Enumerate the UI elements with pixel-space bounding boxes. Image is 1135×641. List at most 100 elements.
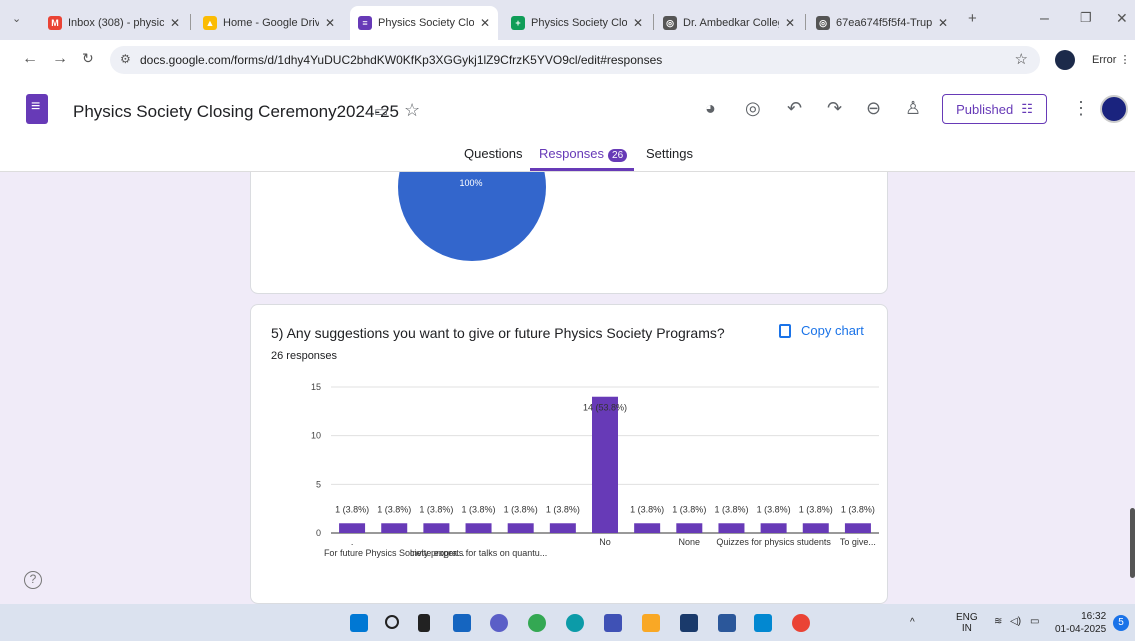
tab-separator [190, 14, 191, 30]
tab-close-icon[interactable]: ✕ [325, 16, 335, 30]
tab-title: Home - Google Drive [223, 17, 319, 29]
search-icon[interactable] [385, 615, 399, 629]
tab-title: 67ea674f5f5f4-Trupti [836, 17, 932, 29]
bar-data-label: 1 (3.8%) [504, 504, 538, 514]
y-tick-label: 15 [311, 382, 321, 392]
bar-data-label: 14 (53.8%) [583, 403, 627, 413]
bar-data-label: 1 (3.8%) [419, 504, 453, 514]
avatar[interactable] [1100, 95, 1128, 123]
link-icon[interactable]: ⊖ [866, 98, 881, 119]
back-icon[interactable]: ← [22, 50, 38, 68]
chrome-icon[interactable] [792, 614, 810, 632]
close-window-icon[interactable]: ✕ [1116, 10, 1128, 27]
windows-taskbar: ^ ENG IN ≋ ◁) ▭ 16:32 01-04-2025 5 [0, 604, 1135, 641]
bar-data-label: 1 (3.8%) [630, 504, 664, 514]
volume-icon[interactable]: ◁) [1010, 616, 1021, 627]
tab-close-icon[interactable]: ✕ [785, 16, 795, 30]
windows-start-icon[interactable] [350, 614, 368, 632]
tab-favicon-icon: + [511, 16, 525, 30]
chevron-up-icon[interactable]: ^ [910, 617, 915, 628]
preview-eye-icon[interactable]: ◎ [745, 98, 761, 119]
task-view-icon[interactable] [418, 614, 430, 632]
more-options-icon[interactable]: ⋮ [1072, 98, 1090, 119]
x-tick-label: Quizzes for physics students [716, 537, 831, 547]
battery-icon[interactable]: ▭ [1030, 616, 1039, 627]
widgets-icon[interactable] [453, 614, 471, 632]
responses-count-badge: 26 [608, 149, 628, 162]
tab-favicon-icon: M [48, 16, 62, 30]
copy-chart-button[interactable]: Copy chart [779, 323, 864, 338]
add-collaborator-icon[interactable]: ♙ [905, 98, 921, 119]
store-icon[interactable] [680, 614, 698, 632]
bar [592, 396, 618, 533]
wifi-icon[interactable]: ≋ [994, 616, 1002, 627]
pie-chart-card: 100% [250, 172, 888, 294]
app-icon[interactable] [604, 614, 622, 632]
tab-questions[interactable]: Questions [464, 146, 523, 161]
form-title[interactable]: Physics Society Closing Ceremony2024-25 [73, 102, 399, 122]
site-info-icon[interactable]: ⚙ [120, 52, 131, 66]
notification-badge[interactable]: 5 [1113, 615, 1129, 631]
omnibox[interactable]: ⚙ docs.google.com/forms/d/1dhy4YuDUC2bhd… [110, 46, 1040, 74]
error-button[interactable]: Error ⋮ [1092, 53, 1131, 66]
chrome-profile-icon[interactable] [528, 614, 546, 632]
form-header: Physics Society Closing Ceremony2024-25 … [0, 80, 1135, 172]
palette-icon[interactable]: ◕ [705, 98, 716, 119]
question-title: 5) Any suggestions you want to give or f… [271, 325, 725, 341]
browser-tab[interactable]: + Physics Society Closin ✕ [503, 6, 651, 40]
reload-icon[interactable]: ↻ [82, 50, 94, 67]
help-icon[interactable]: ? [24, 571, 42, 589]
y-tick-label: 0 [316, 528, 321, 538]
new-tab-button[interactable]: + [968, 10, 977, 27]
tab-responses[interactable]: Responses 26 [539, 146, 628, 162]
bookmark-star-icon[interactable]: ☆ [1015, 50, 1028, 68]
photos-icon[interactable] [754, 614, 772, 632]
teams-chat-icon[interactable] [490, 614, 508, 632]
bar [339, 523, 366, 533]
response-count: 26 responses [271, 350, 338, 362]
forward-icon[interactable]: → [52, 50, 68, 68]
url-text[interactable]: docs.google.com/forms/d/1dhy4YuDUC2bhdKW… [140, 53, 662, 67]
y-tick-label: 10 [311, 431, 321, 441]
browser-tab[interactable]: ◎ 67ea674f5f5f4-Trupti ✕ [808, 6, 956, 40]
x-tick-label: . [351, 537, 354, 547]
bar-data-label: 1 (3.8%) [672, 504, 706, 514]
published-button[interactable]: Published ☷ [942, 94, 1047, 124]
file-explorer-icon[interactable] [642, 614, 660, 632]
tab-close-icon[interactable]: ✕ [170, 16, 180, 30]
tab-title: Physics Society Closin [378, 17, 474, 29]
forms-logo-icon[interactable] [26, 94, 48, 124]
x-tick-label: None [679, 537, 701, 547]
profile-icon[interactable] [1055, 50, 1075, 70]
bar [802, 523, 829, 533]
page-scrollbar[interactable] [1130, 508, 1135, 578]
word-icon[interactable] [718, 614, 736, 632]
star-icon[interactable]: ☆ [404, 100, 420, 121]
bar [465, 523, 492, 533]
bar [549, 523, 576, 533]
question-card: 5) Any suggestions you want to give or f… [250, 304, 888, 604]
lang-indicator[interactable]: ENG IN [956, 612, 978, 634]
tab-favicon-icon: ≡ [358, 16, 372, 30]
browser-tab[interactable]: ▲ Home - Google Drive ✕ [195, 6, 343, 40]
tab-close-icon[interactable]: ✕ [633, 16, 643, 30]
restore-icon[interactable]: ❐ [1080, 10, 1092, 26]
pie-chart: 100% [398, 172, 546, 261]
bar-data-label: 1 (3.8%) [799, 504, 833, 514]
redo-icon[interactable]: ↷ [827, 98, 842, 119]
tab-search-icon[interactable]: ⌄ [12, 12, 21, 25]
tab-close-icon[interactable]: ✕ [480, 16, 490, 30]
edge-icon[interactable] [566, 614, 584, 632]
browser-tab[interactable]: ≡ Physics Society Closin ✕ [350, 6, 498, 40]
folder-icon[interactable]: ▭ [374, 102, 388, 120]
tab-close-icon[interactable]: ✕ [938, 16, 948, 30]
browser-tab[interactable]: M Inbox (308) - physics… ✕ [40, 6, 188, 40]
tab-responses-label: Responses [539, 146, 605, 161]
bar [507, 523, 534, 533]
minimize-icon[interactable]: – [1040, 10, 1049, 28]
undo-icon[interactable]: ↶ [787, 98, 802, 119]
browser-tab[interactable]: ◎ Dr. Ambedkar College ✕ [655, 6, 803, 40]
clock[interactable]: 16:32 01-04-2025 [1055, 610, 1106, 636]
x-tick-label: Invite experts for talks on quantu... [410, 548, 548, 558]
tab-settings[interactable]: Settings [646, 146, 693, 161]
